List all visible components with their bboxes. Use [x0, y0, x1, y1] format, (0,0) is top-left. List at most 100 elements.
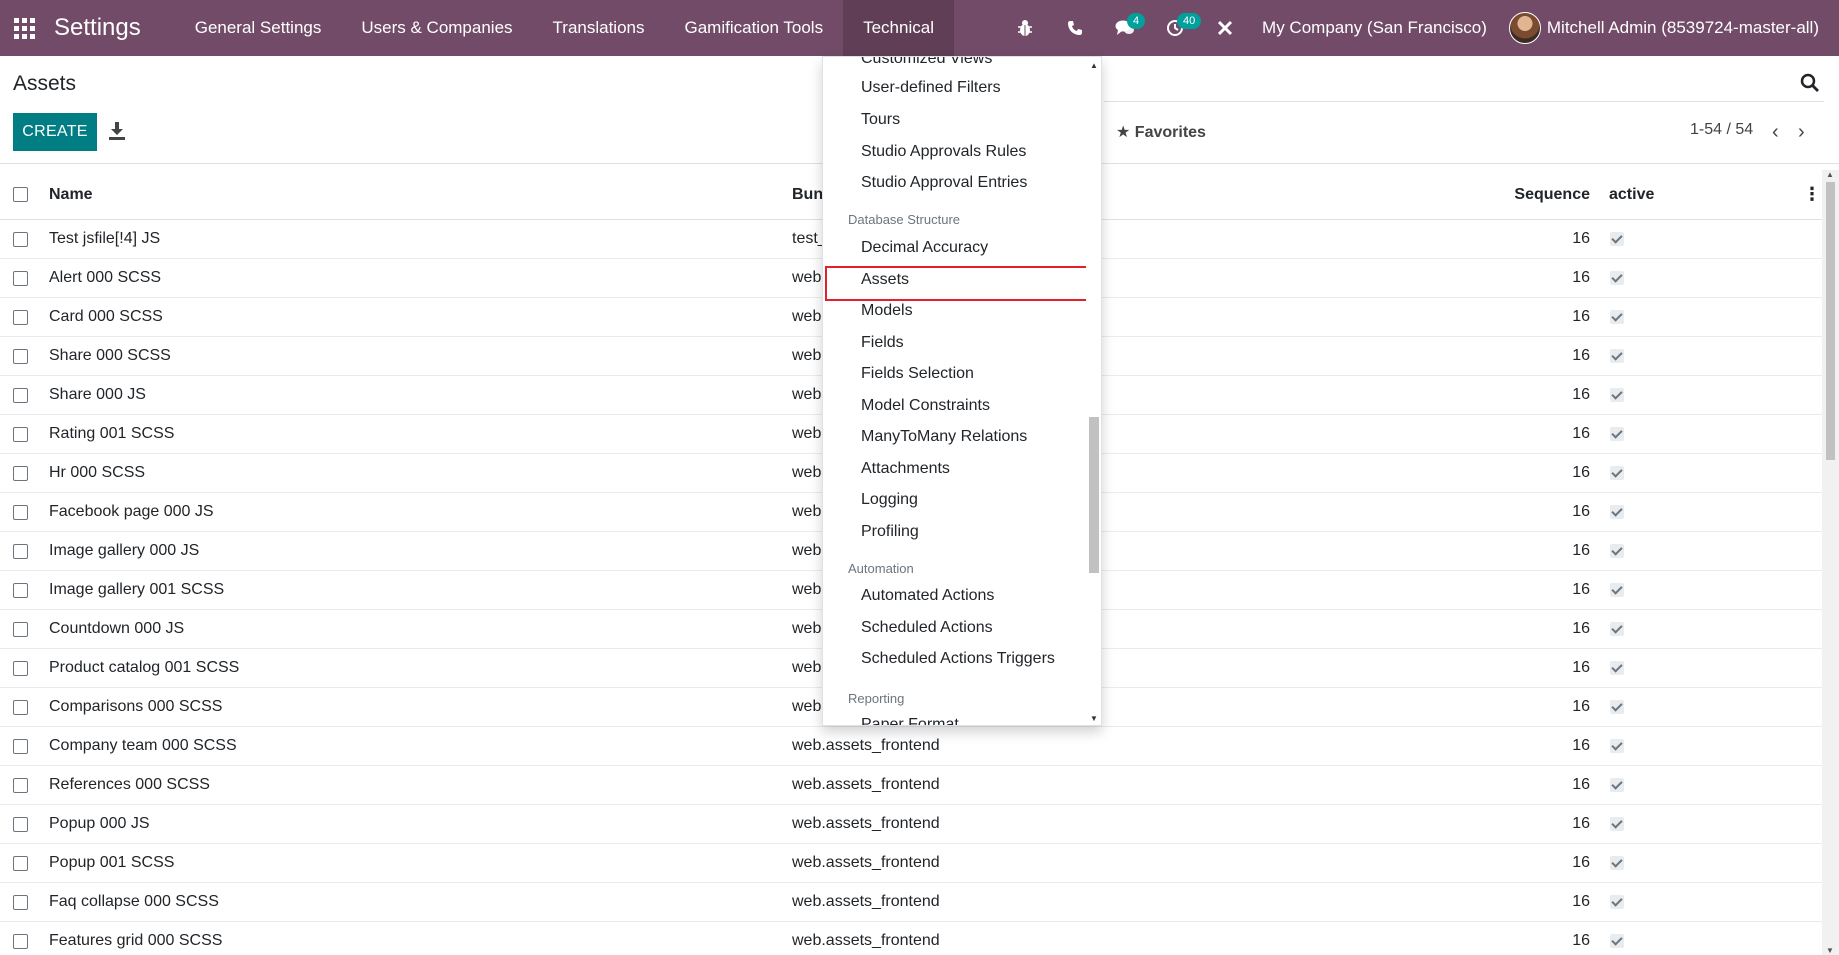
row-sequence: 16 — [1572, 893, 1590, 910]
row-checkbox[interactable] — [13, 816, 28, 832]
menu-item-models[interactable]: Models — [861, 302, 913, 320]
dropdown-scroll-up-icon[interactable]: ▲ — [1090, 61, 1098, 70]
header-active[interactable]: active — [1609, 186, 1654, 204]
row-sequence: 16 — [1572, 503, 1590, 520]
header-name[interactable]: Name — [49, 186, 93, 204]
search-input-underline[interactable] — [1104, 101, 1824, 102]
menu-item-customized-views[interactable]: Customized Views — [861, 57, 992, 68]
menu-gamification-tools[interactable]: Gamification Tools — [665, 0, 844, 56]
row-checkbox[interactable] — [13, 231, 28, 247]
user-menu[interactable]: Mitchell Admin (8539724-master-all) — [1508, 12, 1839, 44]
menu-item-fields-selection[interactable]: Fields Selection — [861, 365, 974, 383]
row-name: Test jsfile[!4] JS — [49, 230, 161, 247]
row-name: Image gallery 000 JS — [49, 542, 200, 559]
row-bundle: web.assets_frontend — [792, 932, 940, 949]
messages-icon[interactable]: 4 — [1100, 0, 1150, 56]
dropdown-scrollbar-thumb[interactable] — [1089, 417, 1099, 573]
row-name: Popup 001 SCSS — [49, 854, 175, 871]
menu-technical[interactable]: Technical — [843, 0, 954, 56]
row-checkbox[interactable] — [13, 933, 28, 949]
menu-item-profiling[interactable]: Profiling — [861, 523, 919, 541]
row-active-checkbox — [1610, 739, 1624, 753]
row-bundle: web.assets_frontend — [792, 776, 940, 793]
row-active-checkbox — [1610, 505, 1624, 519]
row-sequence: 16 — [1572, 269, 1590, 286]
row-checkbox[interactable] — [13, 582, 28, 598]
table-row[interactable]: Faq collapse 000 SCSS web.assets_frontend… — [0, 883, 1822, 922]
menu-translations[interactable]: Translations — [533, 0, 665, 56]
table-row[interactable]: Company team 000 SCSS web.assets_frontend… — [0, 727, 1822, 766]
row-checkbox[interactable] — [13, 387, 28, 403]
menu-item-decimal-accuracy[interactable]: Decimal Accuracy — [861, 239, 988, 257]
row-checkbox[interactable] — [13, 699, 28, 715]
activities-clock-icon[interactable]: 40 — [1150, 0, 1202, 56]
table-row[interactable]: Popup 001 SCSS web.assets_frontend 16 — [0, 844, 1822, 883]
table-row[interactable]: Popup 000 JS web.assets_frontend 16 — [0, 805, 1822, 844]
menu-item-manytomany-relations[interactable]: ManyToMany Relations — [861, 428, 1027, 446]
menu-users-companies[interactable]: Users & Companies — [341, 0, 532, 56]
download-icon[interactable] — [108, 121, 126, 141]
menu-item-scheduled-actions[interactable]: Scheduled Actions — [861, 619, 993, 637]
top-navbar: Settings General Settings Users & Compan… — [0, 0, 1839, 56]
row-checkbox[interactable] — [13, 426, 28, 442]
select-all-checkbox[interactable] — [13, 187, 28, 202]
row-name: Share 000 JS — [49, 386, 146, 403]
chevron-left-icon[interactable]: ‹ — [1772, 121, 1779, 144]
row-active-checkbox — [1610, 232, 1624, 246]
scroll-down-arrow-icon[interactable]: ▼ — [1826, 946, 1834, 955]
row-sequence: 16 — [1572, 230, 1590, 247]
chevron-right-icon[interactable]: › — [1798, 121, 1805, 144]
app-brand[interactable]: Settings — [54, 14, 141, 42]
optional-columns-icon[interactable]: ⋮ — [1803, 184, 1821, 205]
menu-item-model-constraints[interactable]: Model Constraints — [861, 397, 990, 415]
row-bundle: web.assets_frontend — [792, 854, 940, 871]
company-switcher[interactable]: My Company (San Francisco) — [1250, 18, 1509, 38]
menu-item-fields[interactable]: Fields — [861, 334, 904, 352]
menu-item-tours[interactable]: Tours — [861, 111, 900, 129]
row-sequence: 16 — [1572, 698, 1590, 715]
row-name: Image gallery 001 SCSS — [49, 581, 225, 598]
row-checkbox[interactable] — [13, 621, 28, 637]
row-checkbox[interactable] — [13, 777, 28, 793]
favorites-menu[interactable]: ★ Favorites — [1116, 122, 1206, 142]
row-sequence: 16 — [1572, 854, 1590, 871]
menu-item-scheduled-actions-triggers[interactable]: Scheduled Actions Triggers — [861, 650, 1055, 668]
menu-item-studio-approval-entries[interactable]: Studio Approval Entries — [861, 174, 1027, 192]
menu-item-user-defined-filters[interactable]: User-defined Filters — [861, 79, 1001, 97]
scrollbar-thumb[interactable] — [1826, 182, 1835, 460]
menu-item-attachments[interactable]: Attachments — [861, 460, 950, 478]
create-button[interactable]: CREATE — [13, 113, 97, 151]
row-checkbox[interactable] — [13, 894, 28, 910]
page-scrollbar[interactable]: ▲ ▼ — [1822, 170, 1839, 955]
row-checkbox[interactable] — [13, 855, 28, 871]
pager-value[interactable]: 1-54 / 54 — [1690, 121, 1753, 139]
phone-icon[interactable] — [1050, 0, 1100, 56]
menu-general-settings[interactable]: General Settings — [175, 0, 342, 56]
activities-badge: 40 — [1177, 13, 1202, 29]
table-row[interactable]: References 000 SCSS web.assets_frontend 16 — [0, 766, 1822, 805]
table-row[interactable]: Features grid 000 SCSS web.assets_fronten… — [0, 922, 1822, 955]
search-icon[interactable] — [1799, 72, 1821, 94]
row-checkbox[interactable] — [13, 348, 28, 364]
avatar — [1508, 12, 1541, 44]
row-checkbox[interactable] — [13, 309, 28, 325]
row-checkbox[interactable] — [13, 465, 28, 481]
bug-icon[interactable] — [1000, 0, 1050, 56]
dropdown-scrollbar[interactable]: ▲ ▼ — [1086, 57, 1101, 725]
row-active-checkbox — [1610, 895, 1624, 909]
header-sequence[interactable]: Sequence — [1490, 186, 1590, 204]
menu-item-logging[interactable]: Logging — [861, 491, 918, 509]
apps-menu-icon[interactable] — [0, 0, 48, 56]
row-checkbox[interactable] — [13, 504, 28, 520]
row-name: Company team 000 SCSS — [49, 737, 237, 754]
studio-tools-icon[interactable] — [1200, 0, 1250, 56]
scroll-up-arrow-icon[interactable]: ▲ — [1826, 170, 1834, 179]
row-checkbox[interactable] — [13, 660, 28, 676]
row-checkbox[interactable] — [13, 270, 28, 286]
row-checkbox[interactable] — [13, 543, 28, 559]
menu-item-paper-format[interactable]: Paper Format — [861, 716, 959, 725]
menu-item-studio-approvals-rules[interactable]: Studio Approvals Rules — [861, 143, 1026, 161]
dropdown-scroll-down-icon[interactable]: ▼ — [1090, 714, 1098, 723]
row-checkbox[interactable] — [13, 738, 28, 754]
menu-item-automated-actions[interactable]: Automated Actions — [861, 587, 994, 605]
